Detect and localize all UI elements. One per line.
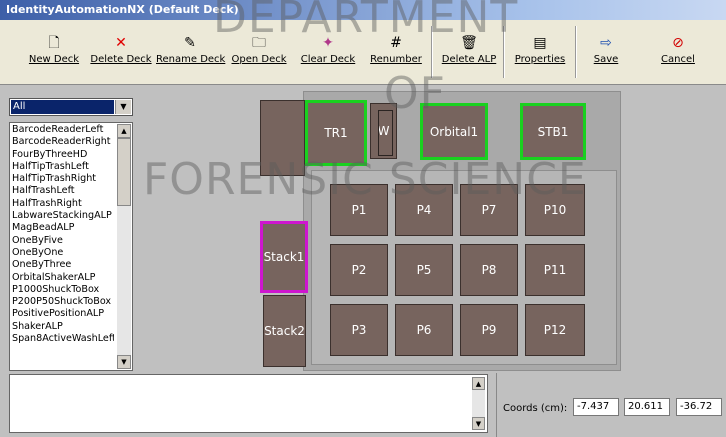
- delete-deck-button[interactable]: ✕ Delete Deck: [90, 20, 152, 80]
- delete-alp-icon: 🗑: [460, 35, 478, 51]
- open-deck-button[interactable]: 🗀 Open Deck: [228, 20, 290, 80]
- alp-list-item[interactable]: OneByFive: [12, 235, 114, 247]
- alp-list-item[interactable]: Span8ActiveWashLeft: [12, 333, 114, 345]
- rename-deck-icon: ✎: [184, 35, 196, 51]
- deck-position-p1[interactable]: P1: [330, 184, 388, 236]
- deck-position-p11[interactable]: P11: [525, 244, 585, 296]
- coords-bar: Coords (cm): -7.437 20.611 -36.72: [496, 373, 726, 437]
- clear-deck-button[interactable]: ✦ Clear Deck: [298, 20, 358, 80]
- chevron-down-icon[interactable]: ▼: [115, 100, 131, 114]
- deck-position-stack2[interactable]: Stack2: [263, 295, 306, 367]
- window-title: IdentityAutomationNX (Default Deck): [6, 3, 239, 16]
- properties-button[interactable]: ▤ Properties: [510, 20, 570, 80]
- deck-filter-select[interactable]: All ▼: [9, 98, 133, 116]
- alp-list-scrollbar[interactable]: ▲ ▼: [117, 124, 131, 369]
- alp-list[interactable]: BarcodeReaderLeft BarcodeReaderRight FourB…: [9, 122, 133, 371]
- toolbar-separator: [431, 26, 433, 78]
- deck-position-p7[interactable]: P7: [460, 184, 518, 236]
- scroll-down-icon[interactable]: ▼: [117, 355, 131, 369]
- alp-list-item[interactable]: OneByOne: [12, 247, 114, 259]
- toolbar-separator: [503, 26, 505, 78]
- deck-position-p4[interactable]: P4: [395, 184, 453, 236]
- coord-z-field[interactable]: -36.72: [676, 398, 722, 416]
- deck-position-empty[interactable]: [260, 100, 305, 176]
- renumber-icon: #: [390, 35, 402, 51]
- alp-list-item[interactable]: FourByThreeHD: [12, 149, 114, 161]
- alp-list-item[interactable]: P1000ShuckToBox: [12, 284, 114, 296]
- scrollbar-thumb[interactable]: [117, 138, 131, 206]
- alp-list-item[interactable]: LabwareStackingALP: [12, 210, 114, 222]
- message-log-scrollbar[interactable]: ▲ ▼: [472, 377, 485, 430]
- scroll-up-icon[interactable]: ▲: [472, 377, 485, 390]
- alp-list-item[interactable]: OrbitalShakerALP: [12, 272, 114, 284]
- delete-deck-icon: ✕: [115, 35, 127, 51]
- coord-x-field[interactable]: -7.437: [573, 398, 619, 416]
- toolbar: 🗋 New Deck ✕ Delete Deck ✎ Rename Deck 🗀…: [0, 20, 726, 85]
- open-deck-icon: 🗀: [252, 35, 266, 51]
- alp-list-item[interactable]: HalfTipTrashLeft: [12, 161, 114, 173]
- deck-position-p8[interactable]: P8: [460, 244, 518, 296]
- save-icon: ⇨: [600, 35, 612, 51]
- toolbar-separator: [575, 26, 577, 78]
- delete-alp-button[interactable]: 🗑 Delete ALP: [439, 20, 499, 80]
- alp-list-items: BarcodeReaderLeft BarcodeReaderRight FourB…: [12, 124, 114, 345]
- alp-panel: All ▼ BarcodeReaderLeft BarcodeReaderRigh…: [9, 98, 133, 371]
- deck-position-p5[interactable]: P5: [395, 244, 453, 296]
- rename-deck-button[interactable]: ✎ Rename Deck: [156, 20, 225, 80]
- coord-y-field[interactable]: 20.611: [624, 398, 670, 416]
- selection-frame: [260, 221, 308, 293]
- alp-list-item[interactable]: BarcodeReaderLeft: [12, 124, 114, 136]
- deck-filter-value: All: [11, 100, 114, 114]
- alp-list-item[interactable]: P200P50ShuckToBox: [12, 296, 114, 308]
- renumber-button[interactable]: # Renumber: [366, 20, 426, 80]
- alp-list-item[interactable]: HalfTrashLeft: [12, 185, 114, 197]
- deck-position-p12[interactable]: P12: [525, 304, 585, 356]
- scroll-down-icon[interactable]: ▼: [472, 417, 485, 430]
- scroll-up-icon[interactable]: ▲: [117, 124, 131, 138]
- clear-deck-icon: ✦: [322, 35, 334, 51]
- cancel-icon: ⊘: [672, 35, 684, 51]
- window-title-bar: IdentityAutomationNX (Default Deck): [0, 0, 726, 20]
- save-button[interactable]: ⇨ Save: [584, 20, 628, 80]
- alp-list-item[interactable]: HalfTrashRight: [12, 198, 114, 210]
- alp-list-item[interactable]: ShakerALP: [12, 321, 114, 333]
- deck-position-p6[interactable]: P6: [395, 304, 453, 356]
- alp-list-item[interactable]: BarcodeReaderRight: [12, 136, 114, 148]
- alp-list-item[interactable]: HalfTipTrashRight: [12, 173, 114, 185]
- alp-list-item[interactable]: OneByThree: [12, 259, 114, 271]
- message-log[interactable]: ▲ ▼: [9, 374, 488, 433]
- deck-position-p3[interactable]: P3: [330, 304, 388, 356]
- properties-icon: ▤: [533, 35, 547, 51]
- selection-frame: [305, 100, 367, 166]
- new-deck-icon: 🗋: [48, 35, 60, 51]
- alp-list-item[interactable]: PositivePositionALP: [12, 308, 114, 320]
- selection-frame: [420, 103, 488, 160]
- deck-position-p2[interactable]: P2: [330, 244, 388, 296]
- coords-label: Coords (cm):: [503, 403, 568, 414]
- selection-frame: [520, 103, 586, 160]
- deck-position-p10[interactable]: P10: [525, 184, 585, 236]
- new-deck-button[interactable]: 🗋 New Deck: [26, 20, 82, 80]
- deck-layout: TR1 W Orbital1 STB1 Stack1 Stack2 P1 P4 …: [260, 91, 622, 371]
- deck-position-p9[interactable]: P9: [460, 304, 518, 356]
- cancel-button[interactable]: ⊘ Cancel: [652, 20, 704, 80]
- deck-position-w-inner: [378, 110, 393, 156]
- alp-list-item[interactable]: MagBeadALP: [12, 222, 114, 234]
